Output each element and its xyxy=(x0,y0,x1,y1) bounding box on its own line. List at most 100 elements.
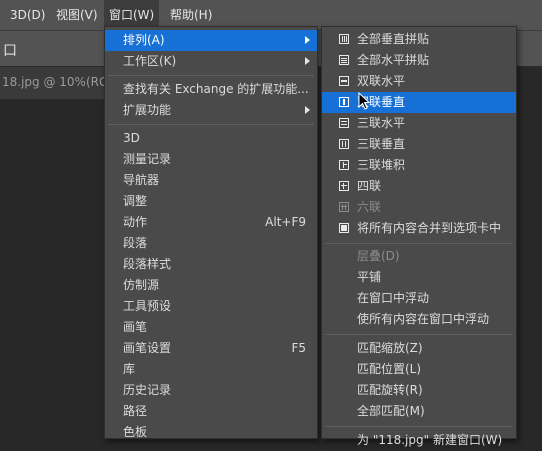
document-tab-title: 18.jpg @ 10%(RGB/ xyxy=(2,75,121,89)
submenu-item-label: 三联垂直 xyxy=(357,137,406,151)
document-tab[interactable]: 18.jpg @ 10%(RGB/ xyxy=(0,67,121,100)
six-up-icon xyxy=(339,202,349,212)
menu-item-clone-source[interactable]: 仿制源 xyxy=(105,275,317,296)
menu-item-paragraph-styles[interactable]: 段落样式 xyxy=(105,254,317,275)
submenu-item-three-up-vertical[interactable]: 三联垂直 xyxy=(322,134,516,155)
menu-item-label: 路径 xyxy=(123,404,148,418)
menu-item-label: 仿制源 xyxy=(123,278,160,292)
menu-separator xyxy=(325,243,513,244)
submenu-item-cascade[interactable]: 层叠(D) xyxy=(322,246,516,267)
menu-item-label: 工作区(K) xyxy=(123,54,177,68)
submenu-item-label: 四联 xyxy=(357,179,382,193)
three-up-vertical-icon xyxy=(339,139,349,149)
menu-item-navigator[interactable]: 导航器 xyxy=(105,170,317,191)
consolidate-tabs-icon xyxy=(339,223,349,233)
menu-item-tool-presets[interactable]: 工具预设 xyxy=(105,296,317,317)
menu-separator xyxy=(325,426,513,427)
menu-item-label: 动作 xyxy=(123,215,148,229)
submenu-item-three-up-horizontal[interactable]: 三联水平 xyxy=(322,113,516,134)
submenu-item-label: 层叠(D) xyxy=(357,249,400,263)
menu-item-swatches[interactable]: 色板 xyxy=(105,422,317,443)
menu-item-workspace[interactable]: 工作区(K) xyxy=(105,51,317,72)
submenu-item-tile[interactable]: 平铺 xyxy=(322,267,516,288)
two-up-horizontal-icon xyxy=(339,76,349,86)
submenu-item-match-zoom[interactable]: 匹配缩放(Z) xyxy=(322,338,516,359)
submenu-item-two-up-horizontal[interactable]: 双联水平 xyxy=(322,71,516,92)
submenu-item-label: 匹配缩放(Z) xyxy=(357,341,423,355)
submenu-item-label: 三联堆积 xyxy=(357,158,406,172)
submenu-item-four-up[interactable]: 四联 xyxy=(322,176,516,197)
menu-item-brush-settings[interactable]: 画笔设置 F5 xyxy=(105,338,317,359)
arrange-submenu: 全部垂直拼贴 全部水平拼贴 双联水平 双联垂直 三联水平 三联垂直 三联堆积 四… xyxy=(321,26,517,447)
submenu-item-match-all[interactable]: 全部匹配(M) xyxy=(322,401,516,422)
submenu-item-label: 全部垂直拼贴 xyxy=(357,32,430,46)
submenu-item-label: 将所有内容合并到选项卡中 xyxy=(357,221,502,235)
tile-horizontal-all-icon xyxy=(339,55,349,65)
submenu-item-new-window[interactable]: 为 "118.jpg" 新建窗口(W) xyxy=(322,430,516,451)
submenu-item-label: 在窗口中浮动 xyxy=(357,291,430,305)
menu-item-measurement-log[interactable]: 测量记录 xyxy=(105,149,317,170)
submenu-item-label: 为 "118.jpg" 新建窗口(W) xyxy=(357,433,503,447)
submenu-item-label: 匹配旋转(R) xyxy=(357,383,423,397)
submenu-item-label: 全部水平拼贴 xyxy=(357,53,430,67)
menu-item-label: 段落样式 xyxy=(123,257,172,271)
menu-view[interactable]: 视图(V) xyxy=(51,0,103,31)
submenu-item-consolidate-to-tabs[interactable]: 将所有内容合并到选项卡中 xyxy=(322,218,516,239)
menu-item-label: 画笔 xyxy=(123,320,148,334)
window-menu: 排列(A) 工作区(K) 查找有关 Exchange 的扩展功能... 扩展功能… xyxy=(104,26,318,439)
submenu-item-label: 匹配位置(L) xyxy=(357,362,422,376)
submenu-arrow-icon xyxy=(305,36,310,44)
submenu-item-six-up[interactable]: 六联 xyxy=(322,197,516,218)
menu-item-label: 查找有关 Exchange 的扩展功能... xyxy=(123,82,309,96)
menu-item-label: 色板 xyxy=(123,425,148,439)
submenu-item-match-location[interactable]: 匹配位置(L) xyxy=(322,359,516,380)
submenu-item-label: 三联水平 xyxy=(357,116,406,130)
submenu-item-three-up-stacked[interactable]: 三联堆积 xyxy=(322,155,516,176)
menu-item-shortcut: F5 xyxy=(291,341,306,355)
mouse-pointer-icon xyxy=(358,92,371,110)
submenu-item-float-all-in-windows[interactable]: 使所有内容在窗口中浮动 xyxy=(322,309,516,330)
menu-item-label: 排列(A) xyxy=(123,33,165,47)
menu-separator xyxy=(108,75,314,76)
menu-separator xyxy=(325,334,513,335)
submenu-arrow-icon xyxy=(305,106,310,114)
submenu-item-two-up-vertical[interactable]: 双联垂直 xyxy=(322,92,516,113)
four-up-icon xyxy=(339,181,349,191)
menu-3d[interactable]: 3D(D) xyxy=(5,0,50,31)
menu-item-extensions[interactable]: 扩展功能 xyxy=(105,100,317,121)
three-up-horizontal-icon xyxy=(339,118,349,128)
menu-item-label: 导航器 xyxy=(123,173,160,187)
menu-item-actions[interactable]: 动作 Alt+F9 xyxy=(105,212,317,233)
menu-item-label: 扩展功能 xyxy=(123,103,172,117)
menu-item-libraries[interactable]: 库 xyxy=(105,359,317,380)
menu-item-brushes[interactable]: 画笔 xyxy=(105,317,317,338)
menu-item-label: 库 xyxy=(123,362,136,376)
submenu-arrow-icon xyxy=(305,57,310,65)
menu-item-adjustments[interactable]: 调整 xyxy=(105,191,317,212)
submenu-item-match-rotation[interactable]: 匹配旋转(R) xyxy=(322,380,516,401)
tool-preset-glyph[interactable]: 口 xyxy=(3,40,17,60)
two-up-vertical-icon xyxy=(339,97,349,107)
menu-item-history[interactable]: 历史记录 xyxy=(105,380,317,401)
menu-item-arrange[interactable]: 排列(A) xyxy=(105,30,317,51)
tile-vertical-all-icon xyxy=(339,34,349,44)
submenu-item-float-in-window[interactable]: 在窗口中浮动 xyxy=(322,288,516,309)
menu-item-paths[interactable]: 路径 xyxy=(105,401,317,422)
menu-item-shortcut: Alt+F9 xyxy=(265,215,306,229)
submenu-item-label: 平铺 xyxy=(357,270,382,284)
menu-item-label: 历史记录 xyxy=(123,383,172,397)
three-up-stacked-icon xyxy=(339,160,349,170)
submenu-item-label: 六联 xyxy=(357,200,382,214)
submenu-item-label: 全部匹配(M) xyxy=(357,404,425,418)
menu-item-label: 段落 xyxy=(123,236,148,250)
menu-separator xyxy=(108,124,314,125)
submenu-item-tile-all-horizontally[interactable]: 全部水平拼贴 xyxy=(322,50,516,71)
menu-item-label: 3D xyxy=(123,131,140,145)
submenu-item-label: 使所有内容在窗口中浮动 xyxy=(357,312,490,326)
menu-item-paragraph[interactable]: 段落 xyxy=(105,233,317,254)
menu-item-3d[interactable]: 3D xyxy=(105,128,317,149)
menu-item-label: 调整 xyxy=(123,194,148,208)
submenu-item-tile-all-vertically[interactable]: 全部垂直拼贴 xyxy=(322,29,516,50)
menu-item-label: 画笔设置 xyxy=(123,341,172,355)
menu-item-find-exchange[interactable]: 查找有关 Exchange 的扩展功能... xyxy=(105,79,317,100)
